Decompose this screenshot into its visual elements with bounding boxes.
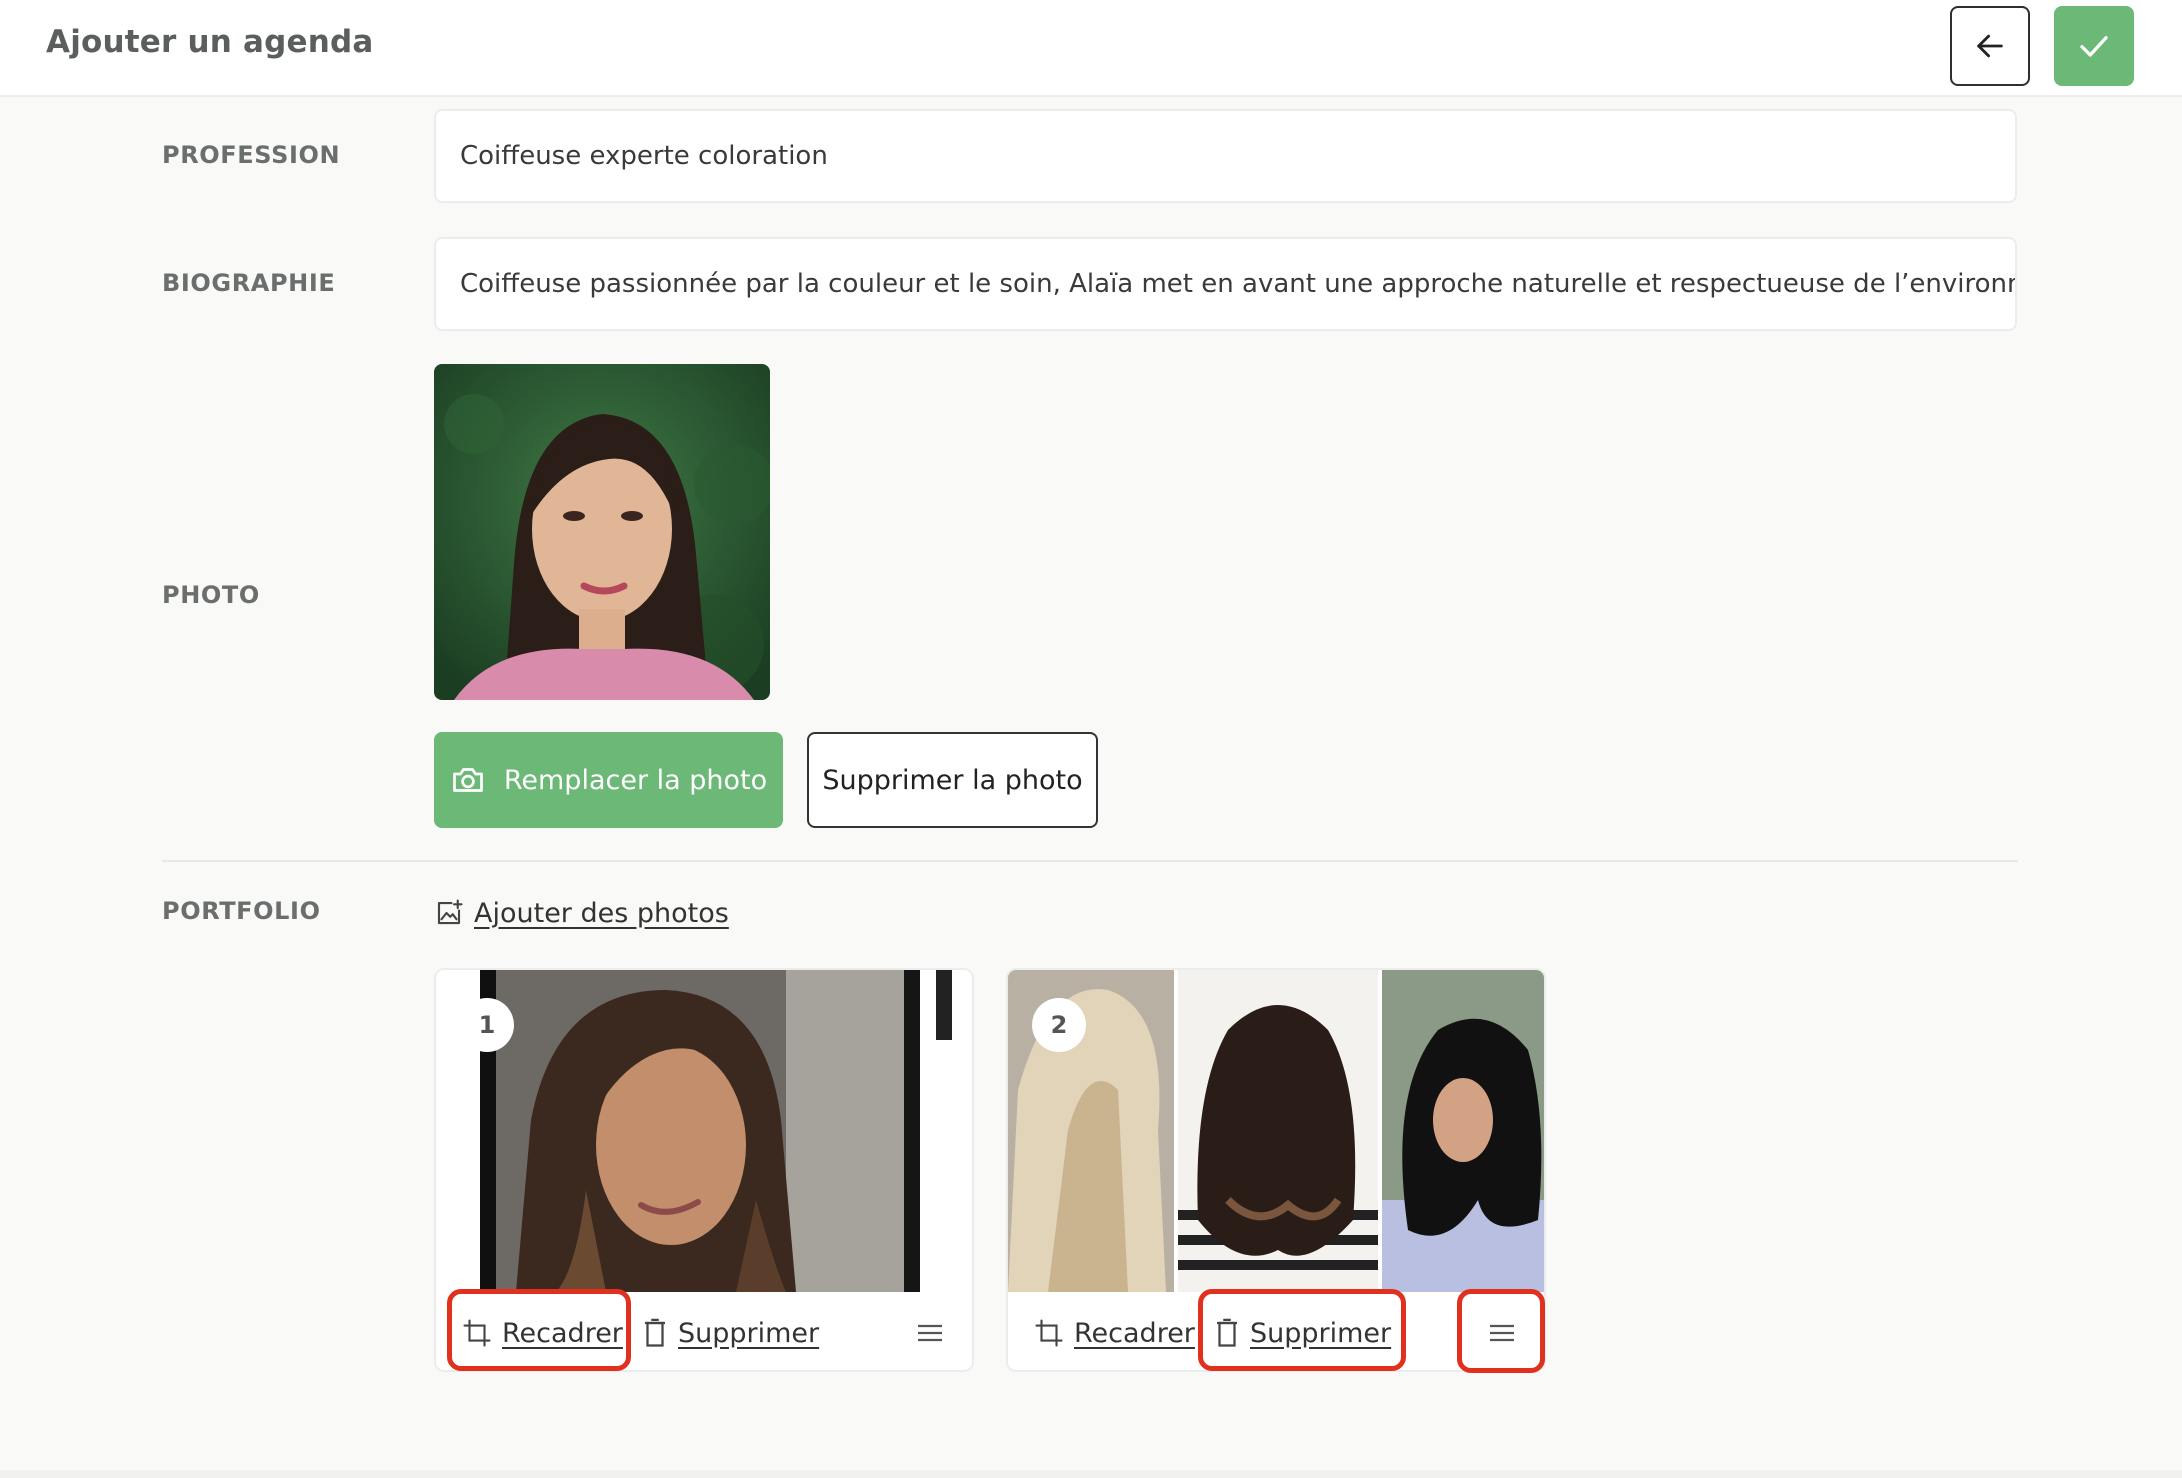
- crop-label: Recadrer: [502, 1317, 623, 1349]
- portfolio-item: 1 Recadrer Supprimer: [434, 968, 974, 1372]
- add-image-icon: [437, 899, 463, 925]
- crop-icon: [1035, 1319, 1063, 1347]
- back-button[interactable]: [1950, 6, 2030, 86]
- delete-button[interactable]: Supprimer: [1214, 1310, 1391, 1356]
- add-photos-link[interactable]: Ajouter des photos: [434, 893, 729, 933]
- portfolio-label: PORTFOLIO: [162, 897, 321, 925]
- portfolio-item: 2 Recadrer Supprimer: [1006, 968, 1546, 1372]
- crop-button[interactable]: Recadrer: [462, 1310, 623, 1356]
- delete-button[interactable]: Supprimer: [642, 1310, 819, 1356]
- trash-icon: [645, 1318, 665, 1347]
- drag-handle[interactable]: [1482, 1310, 1522, 1356]
- portfolio-image: [1008, 970, 1544, 1292]
- crop-label: Recadrer: [1074, 1317, 1195, 1349]
- biography-input[interactable]: Coiffeuse passionnée par la couleur et l…: [434, 237, 2017, 331]
- add-photos-label: Ajouter des photos: [474, 897, 729, 929]
- profession-input[interactable]: Coiffeuse experte coloration: [434, 109, 2017, 203]
- delete-label: Supprimer: [1250, 1317, 1392, 1349]
- replace-photo-button[interactable]: Remplacer la photo: [434, 732, 783, 828]
- top-bar: Ajouter un agenda: [0, 0, 2182, 97]
- portfolio-image: [436, 970, 972, 1292]
- photo-label: PHOTO: [162, 581, 260, 609]
- confirm-button[interactable]: [2054, 6, 2134, 86]
- camera-icon: [452, 768, 483, 792]
- check-icon: [2080, 36, 2108, 57]
- profession-label: PROFESSION: [162, 141, 341, 169]
- drag-handle[interactable]: [910, 1310, 950, 1356]
- arrow-left-icon: [1977, 34, 2003, 58]
- delete-label: Supprimer: [678, 1317, 820, 1349]
- profile-photo: [434, 364, 770, 700]
- page-title: Ajouter un agenda: [46, 24, 374, 60]
- trash-icon: [1217, 1318, 1237, 1347]
- portfolio-index-badge: 1: [460, 998, 514, 1052]
- delete-photo-button[interactable]: Supprimer la photo: [807, 732, 1098, 828]
- section-divider: [162, 860, 2018, 862]
- page-footer-edge: [0, 1470, 2182, 1478]
- crop-button[interactable]: Recadrer: [1034, 1310, 1195, 1356]
- drag-handle-icon: [1490, 1324, 1514, 1342]
- delete-photo-label: Supprimer la photo: [822, 764, 1083, 796]
- drag-handle-icon: [918, 1324, 942, 1342]
- replace-photo-label: Remplacer la photo: [503, 764, 768, 796]
- crop-icon: [463, 1319, 491, 1347]
- biography-label: BIOGRAPHIE: [162, 269, 336, 297]
- portfolio-index-badge: 2: [1032, 998, 1086, 1052]
